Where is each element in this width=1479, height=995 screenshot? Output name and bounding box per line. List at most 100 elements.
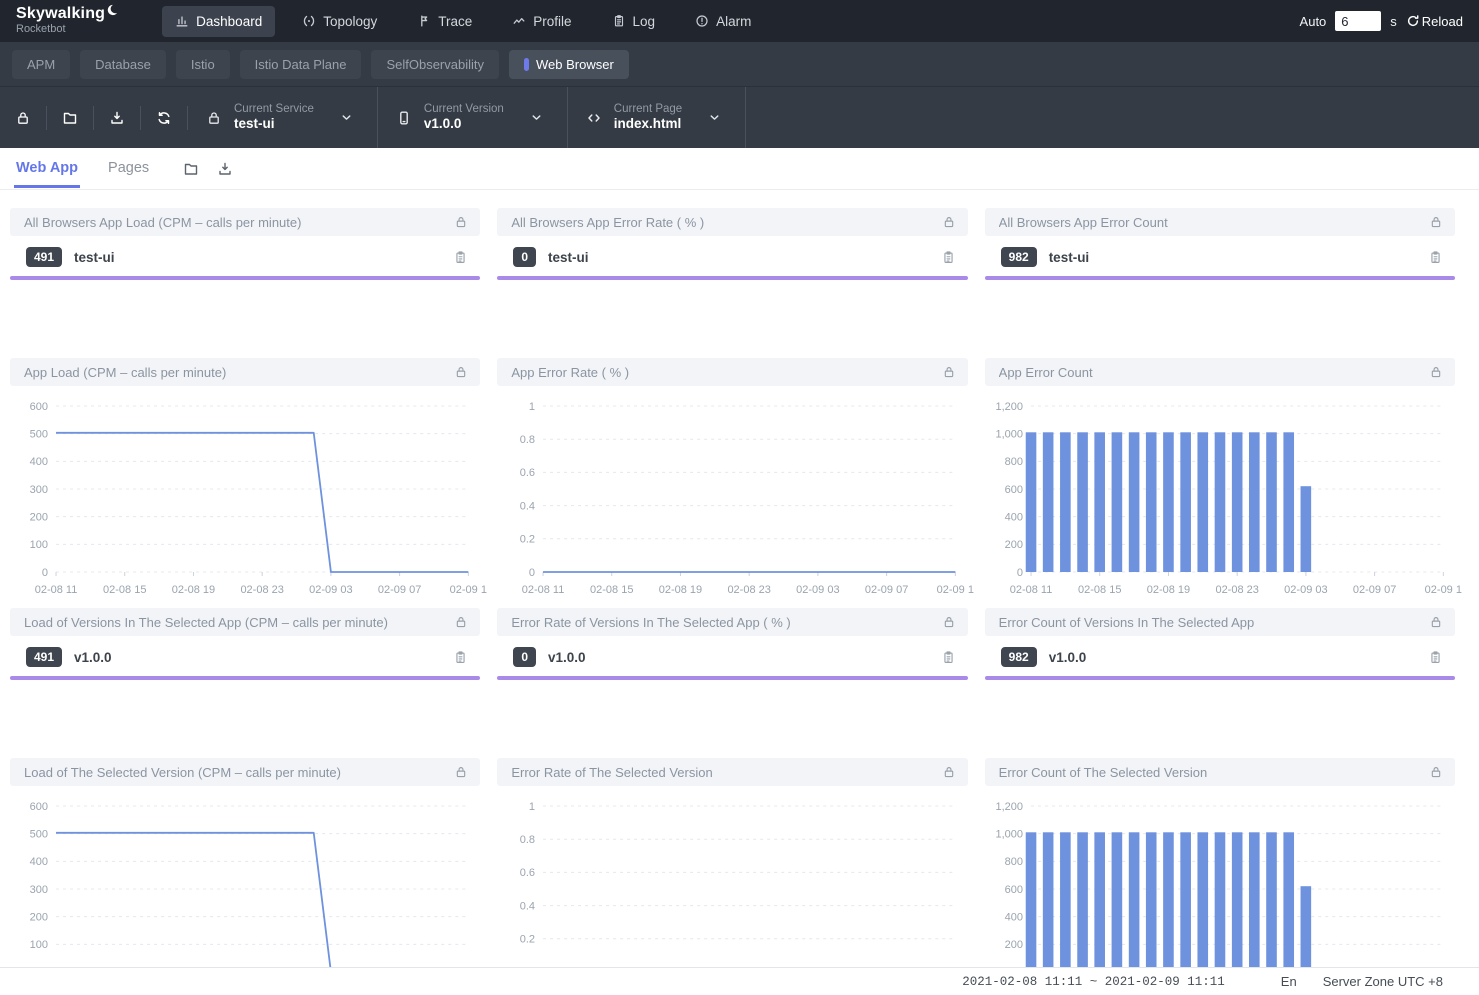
nav-label: Alarm [716,14,751,29]
metric-underline [985,676,1455,680]
card-header: Error Rate of Versions In The Selected A… [497,608,967,636]
lock-icon[interactable] [942,215,956,229]
metric-card-error-rate-of-versions: Error Rate of Versions In The Selected A… [497,608,967,758]
svg-text:02-09 07: 02-09 07 [378,584,421,596]
card-header: Load of Versions In The Selected App (CP… [10,608,480,636]
tab-istio[interactable]: Istio [176,50,230,79]
svg-text:100: 100 [30,939,48,951]
reload-label: Reload [1422,14,1463,29]
tab-web-app[interactable]: Web App [14,149,80,188]
view-tabs: Web App Pages [0,148,1479,190]
line-chart[interactable]: 00.20.40.60.8102-08 1102-08 1502-08 1902… [497,388,967,602]
svg-text:02-09 07: 02-09 07 [865,584,908,596]
tab-apm[interactable]: APM [12,50,70,79]
clipboard-icon[interactable] [941,250,956,265]
current-page-select[interactable]: Current Page index.html [568,87,746,148]
nav-alarm[interactable]: Alarm [682,6,764,37]
brand-logo[interactable]: Skywalking Rocketbot [16,6,118,35]
svg-text:100: 100 [30,539,48,551]
svg-text:800: 800 [1004,856,1022,868]
tab-database[interactable]: Database [80,50,166,79]
metric-value-badge: 491 [26,647,62,667]
lock-icon[interactable] [1429,765,1443,779]
clipboard-icon[interactable] [1428,250,1443,265]
chart-card-app-error-rate: App Error Rate ( % ) 00.20.40.60.8102-08… [497,358,967,608]
svg-text:0: 0 [529,567,535,579]
tab-selfobservability[interactable]: SelfObservability [371,50,499,79]
metric-label: test-ui [74,250,453,265]
nav-log[interactable]: Log [599,6,669,37]
line-chart[interactable]: 00.20.40.60.8102-08 1102-08 1502-08 1902… [497,788,967,995]
nav-label: Dashboard [196,14,262,29]
metric-underline [497,676,967,680]
lock-icon[interactable] [454,765,468,779]
code-icon [586,110,602,126]
dashboard-group-tabs: APM Database Istio Istio Data Plane Self… [0,42,1479,86]
clipboard-icon[interactable] [453,250,468,265]
svg-text:600: 600 [30,401,48,413]
svg-text:1,200: 1,200 [995,401,1023,413]
chevron-down-icon [708,111,721,124]
reload-icon [1406,14,1420,28]
svg-text:0: 0 [42,567,48,579]
folder-icon[interactable] [183,161,199,177]
nav-profile[interactable]: Profile [499,6,584,37]
card-title: App Load (CPM – calls per minute) [24,365,454,380]
refresh-button[interactable] [141,106,188,130]
language-toggle[interactable]: En [1281,974,1297,989]
lock-icon[interactable] [454,615,468,629]
nav-trace[interactable]: Trace [404,6,485,37]
download-icon[interactable] [217,161,233,177]
main-menu: Dashboard Topology Trace Profile Log Ala… [162,6,764,37]
tab-istio-data-plane[interactable]: Istio Data Plane [240,50,362,79]
lock-button[interactable] [0,106,47,130]
bar-chart[interactable]: 02004006008001,0001,20002-08 1102-08 150… [985,788,1455,995]
svg-text:500: 500 [30,828,48,840]
lock-icon[interactable] [942,615,956,629]
current-service-select[interactable]: Current Service test-ui [188,87,378,148]
clipboard-icon[interactable] [453,650,468,665]
card-header: Error Rate of The Selected Version [497,758,967,786]
lock-icon[interactable] [1429,365,1443,379]
svg-text:200: 200 [1004,939,1022,951]
svg-text:0.2: 0.2 [520,934,535,946]
lock-icon[interactable] [1429,615,1443,629]
lock-icon[interactable] [942,365,956,379]
card-header: App Error Rate ( % ) [497,358,967,386]
active-tab-indicator [524,58,529,71]
line-chart[interactable]: 010020030040050060002-08 1102-08 1502-08… [10,788,480,995]
lock-icon[interactable] [1429,215,1443,229]
clipboard-icon[interactable] [1428,650,1443,665]
current-version-select[interactable]: Current Version v1.0.0 [378,87,568,148]
nav-topology[interactable]: Topology [289,6,390,37]
svg-text:0.2: 0.2 [520,534,535,546]
metric-underline [497,276,967,280]
selector-value: v1.0.0 [424,116,504,133]
lock-icon[interactable] [942,765,956,779]
lock-icon[interactable] [454,215,468,229]
nav-label: Trace [438,14,472,29]
metric-card-all-browsers-app-error-count: All Browsers App Error Count 982 test-ui [985,208,1455,358]
lock-icon[interactable] [454,365,468,379]
svg-text:02-08 15: 02-08 15 [590,584,633,596]
auto-interval-input[interactable] [1335,11,1381,31]
svg-text:0.4: 0.4 [520,900,535,912]
chevron-down-icon [530,111,543,124]
auto-label: Auto [1300,14,1327,29]
nav-label: Topology [323,14,377,29]
card-header: Error Count of Versions In The Selected … [985,608,1455,636]
nav-dashboard[interactable]: Dashboard [162,6,275,37]
line-chart[interactable]: 010020030040050060002-08 1102-08 1502-08… [10,388,480,602]
card-title: Error Count of The Selected Version [999,765,1429,780]
clipboard-icon[interactable] [941,650,956,665]
templates-button[interactable] [47,106,94,130]
svg-text:400: 400 [1004,511,1022,523]
server-zone-label: Server Zone UTC +8 [1323,974,1443,989]
time-range-picker[interactable]: 2021-02-08 11:11 ~ 2021-02-09 11:11 [962,975,1225,989]
tab-pages[interactable]: Pages [106,149,151,188]
dashboard-icon [175,14,189,28]
reload-button[interactable]: Reload [1406,14,1463,29]
export-button[interactable] [94,106,141,130]
tab-web-browser[interactable]: Web Browser [509,50,629,79]
bar-chart[interactable]: 02004006008001,0001,20002-08 1102-08 150… [985,388,1455,602]
